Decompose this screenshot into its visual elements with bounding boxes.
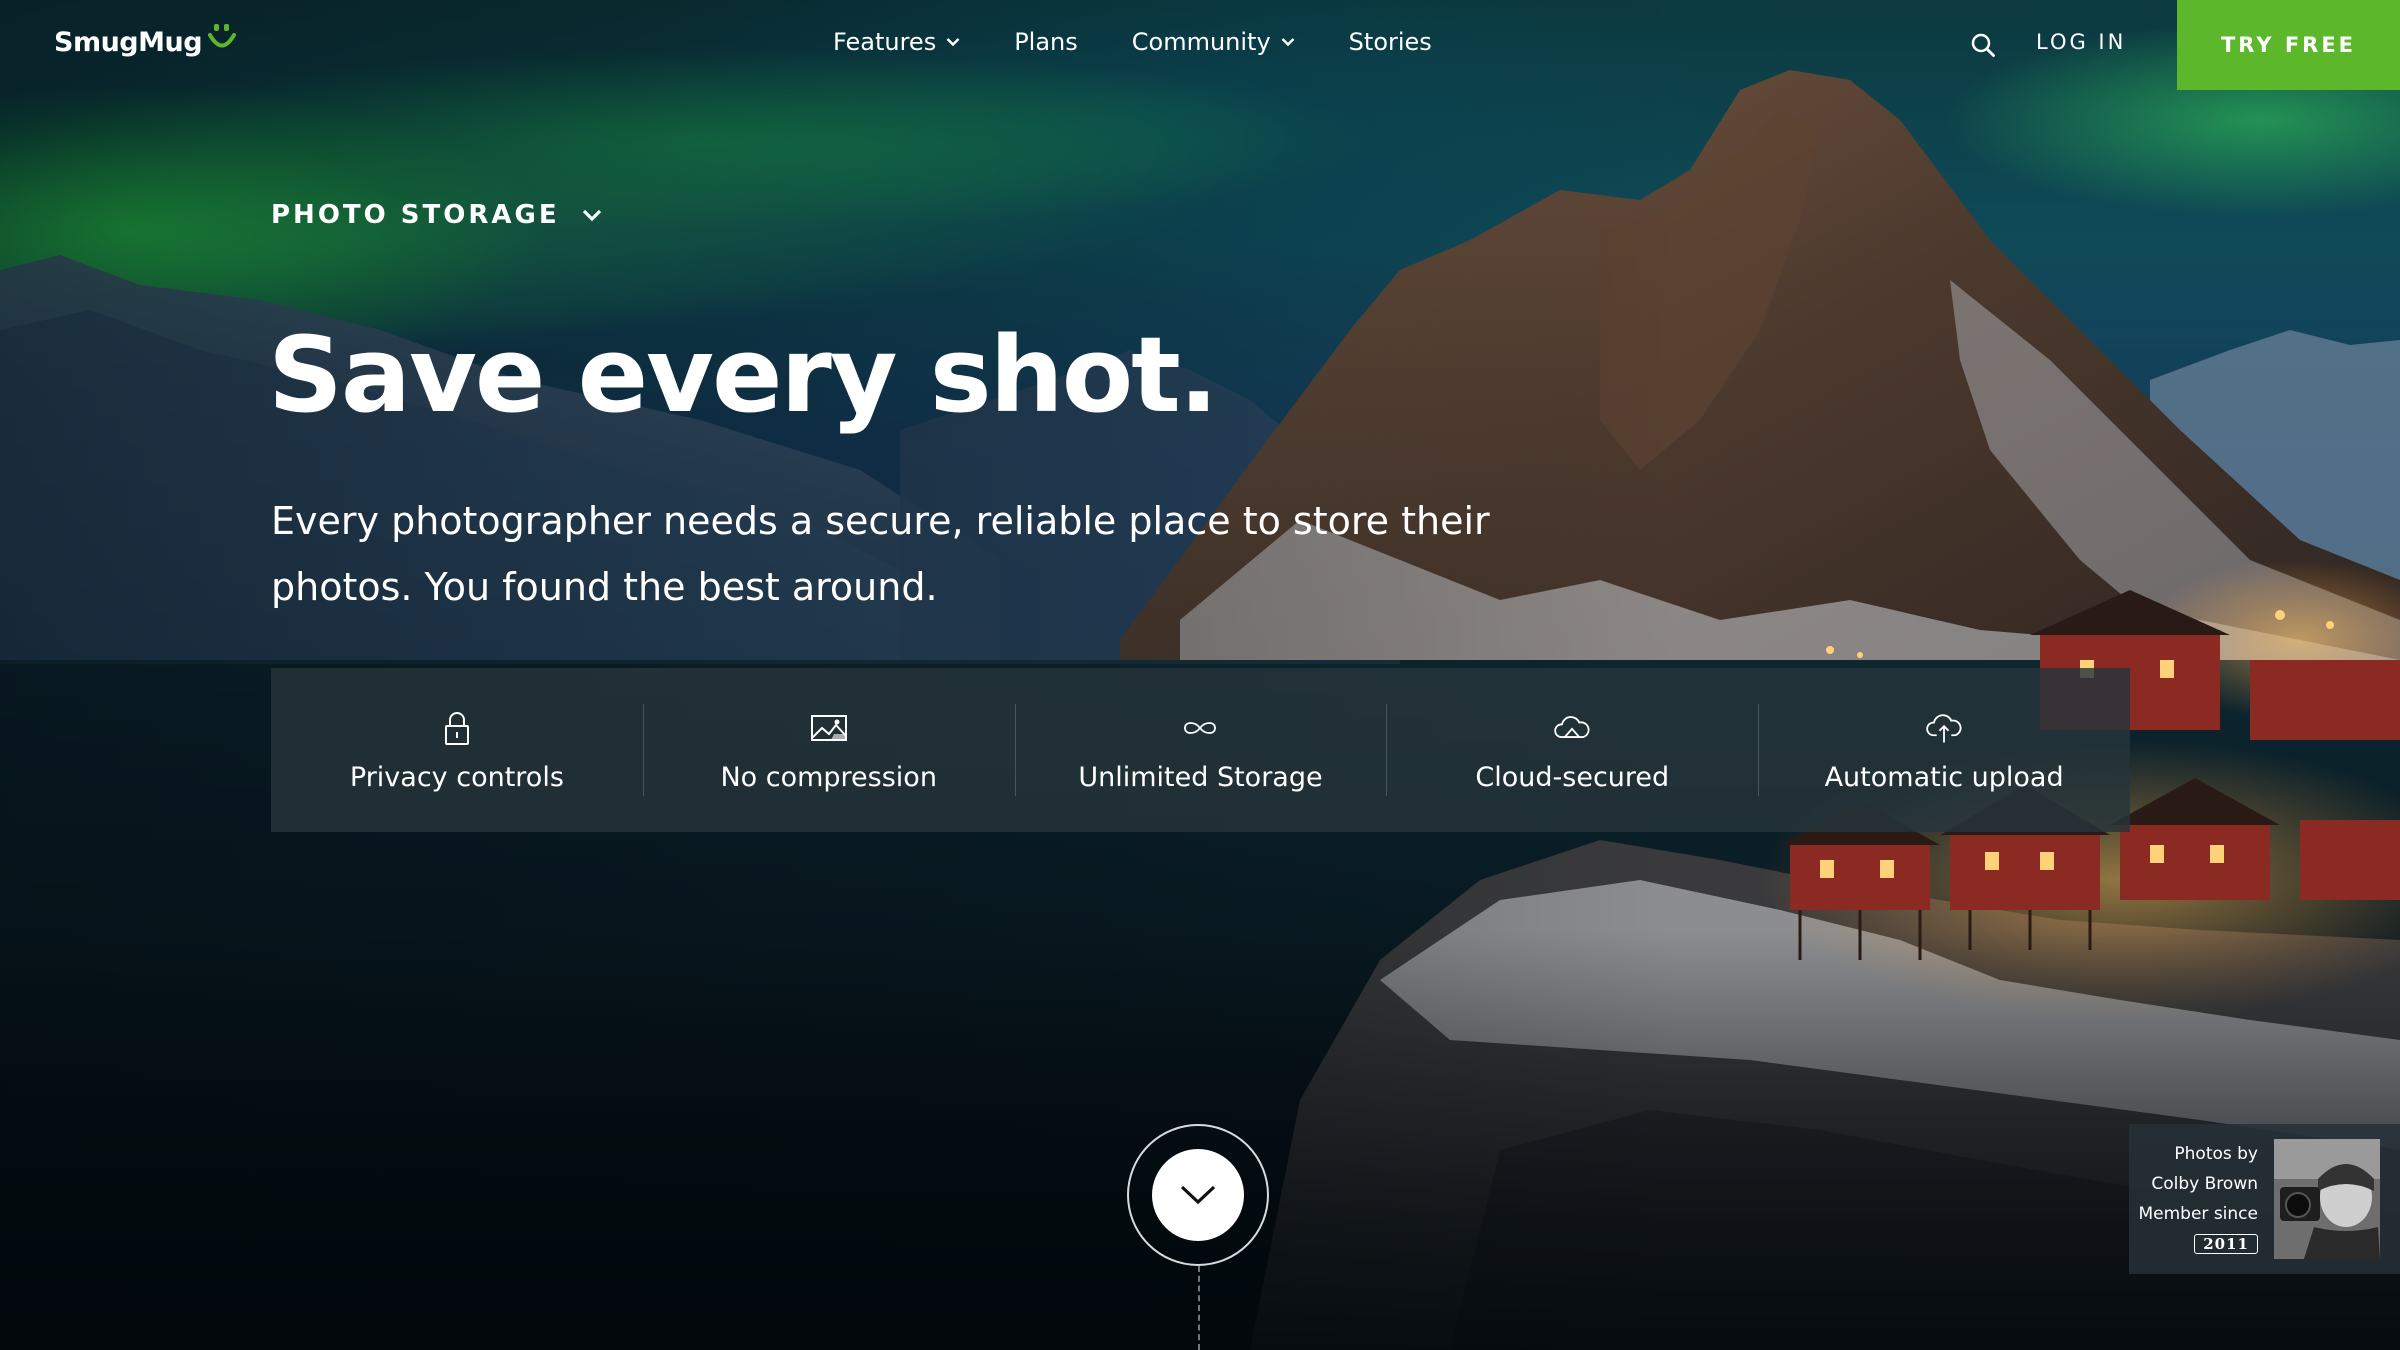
feature-no-compression[interactable]: No compression [642, 668, 1015, 832]
nav-stories[interactable]: Stories [1349, 28, 1432, 56]
nav-community-label: Community [1131, 28, 1271, 56]
nav-community[interactable]: Community [1132, 28, 1295, 56]
scroll-down-circle [1152, 1149, 1244, 1241]
feature-bar: Privacy controls No compression Unlimite… [271, 668, 2130, 832]
photo-credit[interactable]: Photos by Colby Brown Member since 2011 [2129, 1124, 2400, 1274]
credit-line-3: Member since [2138, 1204, 2259, 1224]
site-header: SmugMug Features Plans Community Stories… [0, 0, 2400, 90]
member-since-badge: 2011 [2194, 1234, 2258, 1254]
photographer-avatar [2274, 1139, 2380, 1259]
feature-label: Privacy controls [349, 761, 564, 793]
feature-label: Unlimited Storage [1078, 761, 1323, 793]
feature-label: Automatic upload [1824, 761, 2064, 793]
category-label: PHOTO STORAGE [271, 200, 560, 230]
feature-automatic-upload[interactable]: Automatic upload [1758, 668, 2130, 832]
credit-photographer: Colby Brown [2151, 1174, 2258, 1194]
cloud-upload-icon [1926, 713, 1962, 743]
login-link[interactable]: LOG IN [2036, 30, 2126, 54]
credit-line-1: Photos by [2174, 1144, 2258, 1164]
smug-face-icon [208, 24, 237, 48]
hero-subheadline: Every photographer needs a secure, relia… [271, 499, 1490, 609]
feature-cloud-secured[interactable]: Cloud-secured [1386, 668, 1758, 832]
cloud-icon [1554, 715, 1590, 738]
chevron-down-icon [1281, 38, 1295, 47]
scroll-guide-line [1198, 1266, 1200, 1350]
nav-features-label: Features [833, 28, 937, 56]
smugmug-logo[interactable]: SmugMug [54, 24, 237, 58]
credit-text: Photos by Colby Brown Member since 2011 [2138, 1139, 2259, 1259]
search-icon[interactable] [1970, 32, 1996, 58]
feature-privacy-controls[interactable]: Privacy controls [271, 668, 643, 832]
image-icon [810, 714, 847, 741]
feature-unlimited-storage[interactable]: Unlimited Storage [1014, 668, 1387, 832]
chevron-down-icon [946, 38, 960, 47]
nav-plans-label: Plans [1014, 28, 1078, 56]
category-dropdown[interactable]: PHOTO STORAGE [271, 200, 602, 230]
feature-label: Cloud-secured [1475, 761, 1670, 793]
infinity-icon [1184, 721, 1217, 734]
feature-label: No compression [720, 761, 937, 793]
nav-stories-label: Stories [1348, 28, 1432, 56]
nav-plans[interactable]: Plans [1014, 28, 1078, 56]
lock-icon [444, 711, 469, 745]
logo-text: SmugMug [54, 26, 203, 58]
main-nav: Features Plans Community Stories [833, 28, 1486, 56]
hero-headline: Save every shot. [268, 314, 1218, 436]
nav-features[interactable]: Features [833, 28, 960, 56]
chevron-down-icon [1180, 1185, 1216, 1205]
scroll-down-button[interactable] [1127, 1124, 1269, 1266]
try-free-button[interactable]: TRY FREE [2177, 0, 2400, 90]
chevron-down-icon [582, 209, 601, 222]
